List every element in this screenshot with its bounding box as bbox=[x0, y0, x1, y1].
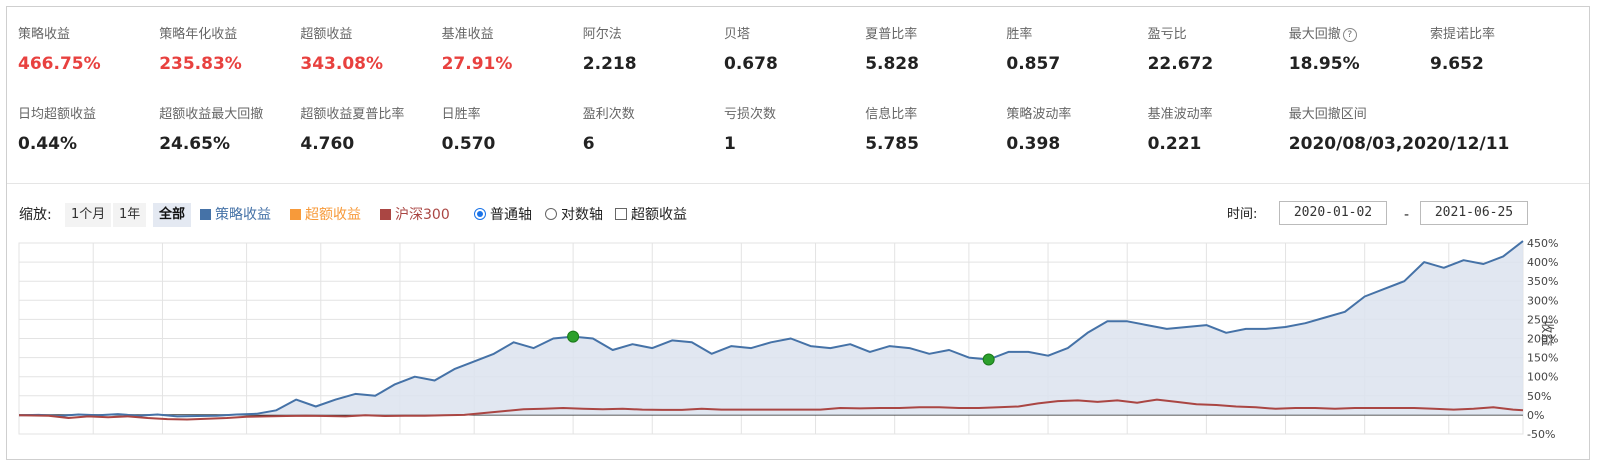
y-tick-label: -50% bbox=[1527, 428, 1555, 441]
series-area-0 bbox=[19, 241, 1523, 417]
y-tick-label: 100% bbox=[1527, 371, 1558, 384]
drawdown-marker bbox=[567, 330, 580, 343]
drawdown-marker bbox=[982, 353, 995, 366]
y-tick-label: 0% bbox=[1527, 409, 1544, 422]
y-axis-label: 收益 bbox=[1539, 321, 1554, 347]
y-tick-label: 300% bbox=[1527, 294, 1558, 307]
y-tick-label: 450% bbox=[1527, 237, 1558, 250]
returns-chart: 450%400%350%300%250%200%150%100%50%0%-50… bbox=[18, 237, 1558, 441]
y-tick-label: 50% bbox=[1527, 390, 1551, 403]
y-tick-label: 400% bbox=[1527, 256, 1558, 269]
y-tick-label: 150% bbox=[1527, 352, 1558, 365]
y-tick-label: 350% bbox=[1527, 275, 1558, 288]
backtest-panel: 策略收益 466.75% 策略年化收益 235.83% 超额收益 343.08% 基准收益 2… bbox=[6, 6, 1590, 460]
